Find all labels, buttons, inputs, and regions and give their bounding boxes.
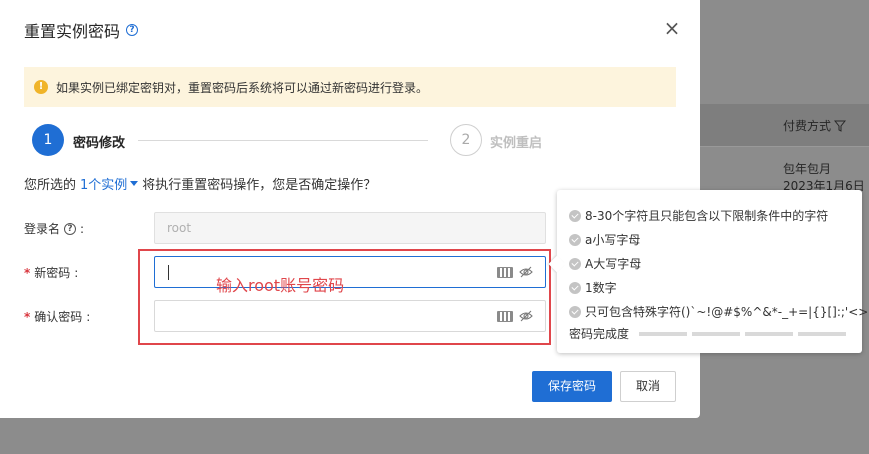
pay-method-label: 付费方式 (783, 119, 832, 133)
step-1-circle: 1 (32, 124, 64, 156)
warning-icon: ! (34, 80, 48, 94)
selected-suffix: 将执行重置密码操作，您是否确定操作？ (142, 178, 377, 193)
dialog-title-text: 重置实例密码 (24, 22, 121, 41)
check-icon (569, 305, 581, 318)
caret-down-icon (130, 181, 139, 186)
step-1-label: 密码修改 (73, 136, 126, 151)
strength-label: 密码完成度 (569, 327, 630, 341)
rule-text: 1数字 (585, 281, 617, 295)
new-password-label-text: 新密码 (34, 266, 71, 280)
login-name-field: root (154, 212, 546, 244)
help-icon[interactable]: ? (64, 222, 77, 235)
cancel-button[interactable]: 取消 (620, 371, 676, 402)
check-icon (569, 209, 581, 222)
rule-item: 8-30个字符且只能包含以下限制条件中的字符 (569, 207, 828, 224)
rule-text: A大写字母 (585, 257, 642, 271)
password-strength: 密码完成度 (569, 325, 847, 342)
annotation-text: 输入root账号密码 (216, 276, 345, 295)
required-mark: * (24, 265, 31, 280)
strength-bar (745, 331, 794, 336)
strength-bars (639, 331, 847, 336)
rule-item: 1数字 (569, 279, 617, 296)
notice-banner: ! 如果实例已绑定密钥对，重置密码后系统将可以通过新密码进行登录。 (24, 67, 676, 107)
annotation-highlight-box (138, 249, 551, 345)
selected-instances-link[interactable]: 1个实例 (80, 174, 139, 193)
step-2-label: 实例重启 (490, 136, 543, 151)
table-divider (700, 146, 869, 147)
dialog-title: 重置实例密码 ? (24, 18, 139, 42)
check-icon (569, 281, 581, 294)
login-name-label: 登录名 ? : (24, 220, 84, 237)
login-name-label-text: 登录名 (24, 222, 61, 236)
label-colon: : (74, 265, 79, 280)
selected-link-label: 1个实例 (80, 178, 128, 193)
confirm-password-label-text: 确认密码 (34, 310, 83, 324)
check-icon (569, 233, 581, 246)
help-icon[interactable]: ? (126, 24, 139, 36)
pay-method-header[interactable]: 付费方式 (783, 117, 847, 134)
strength-bar (798, 331, 847, 336)
close-icon[interactable]: × (662, 18, 682, 38)
rule-item: 只可包含特殊字符()`~!@#$%^&*-_+=|{}[]:;'<>,.?/ (569, 303, 869, 320)
password-rules-tooltip: 8-30个字符且只能包含以下限制条件中的字符 a小写字母 A大写字母 1数字 只… (548, 190, 869, 353)
rule-text: 8-30个字符且只能包含以下限制条件中的字符 (585, 209, 829, 223)
confirm-password-label: * 确认密码 : (24, 308, 90, 325)
step-connector (138, 140, 428, 141)
check-icon (569, 257, 581, 270)
rule-item: a小写字母 (569, 231, 640, 248)
strength-bar (692, 331, 741, 336)
save-password-button[interactable]: 保存密码 (532, 371, 612, 402)
login-name-value: root (167, 221, 192, 235)
label-colon: : (86, 309, 91, 324)
selected-prefix: 您所选的 (24, 178, 77, 193)
new-password-label: * 新密码 : (24, 264, 78, 281)
strength-bar (639, 331, 688, 336)
pay-method-cell: 包年包月 (783, 162, 832, 176)
rule-text: a小写字母 (585, 233, 641, 247)
rule-item: A大写字母 (569, 255, 641, 272)
filter-icon[interactable] (834, 120, 847, 132)
step-2-circle: 2 (450, 124, 482, 156)
notice-text: 如果实例已绑定密钥对，重置密码后系统将可以通过新密码进行登录。 (56, 80, 429, 95)
rule-text: 只可包含特殊字符()`~!@#$%^&*-_+=|{}[]:;'<>,.?/ (585, 305, 869, 319)
required-mark: * (24, 309, 31, 324)
selected-instances-text: 您所选的 1个实例 将执行重置密码操作，您是否确定操作？ (24, 174, 376, 193)
label-colon: : (80, 221, 85, 236)
